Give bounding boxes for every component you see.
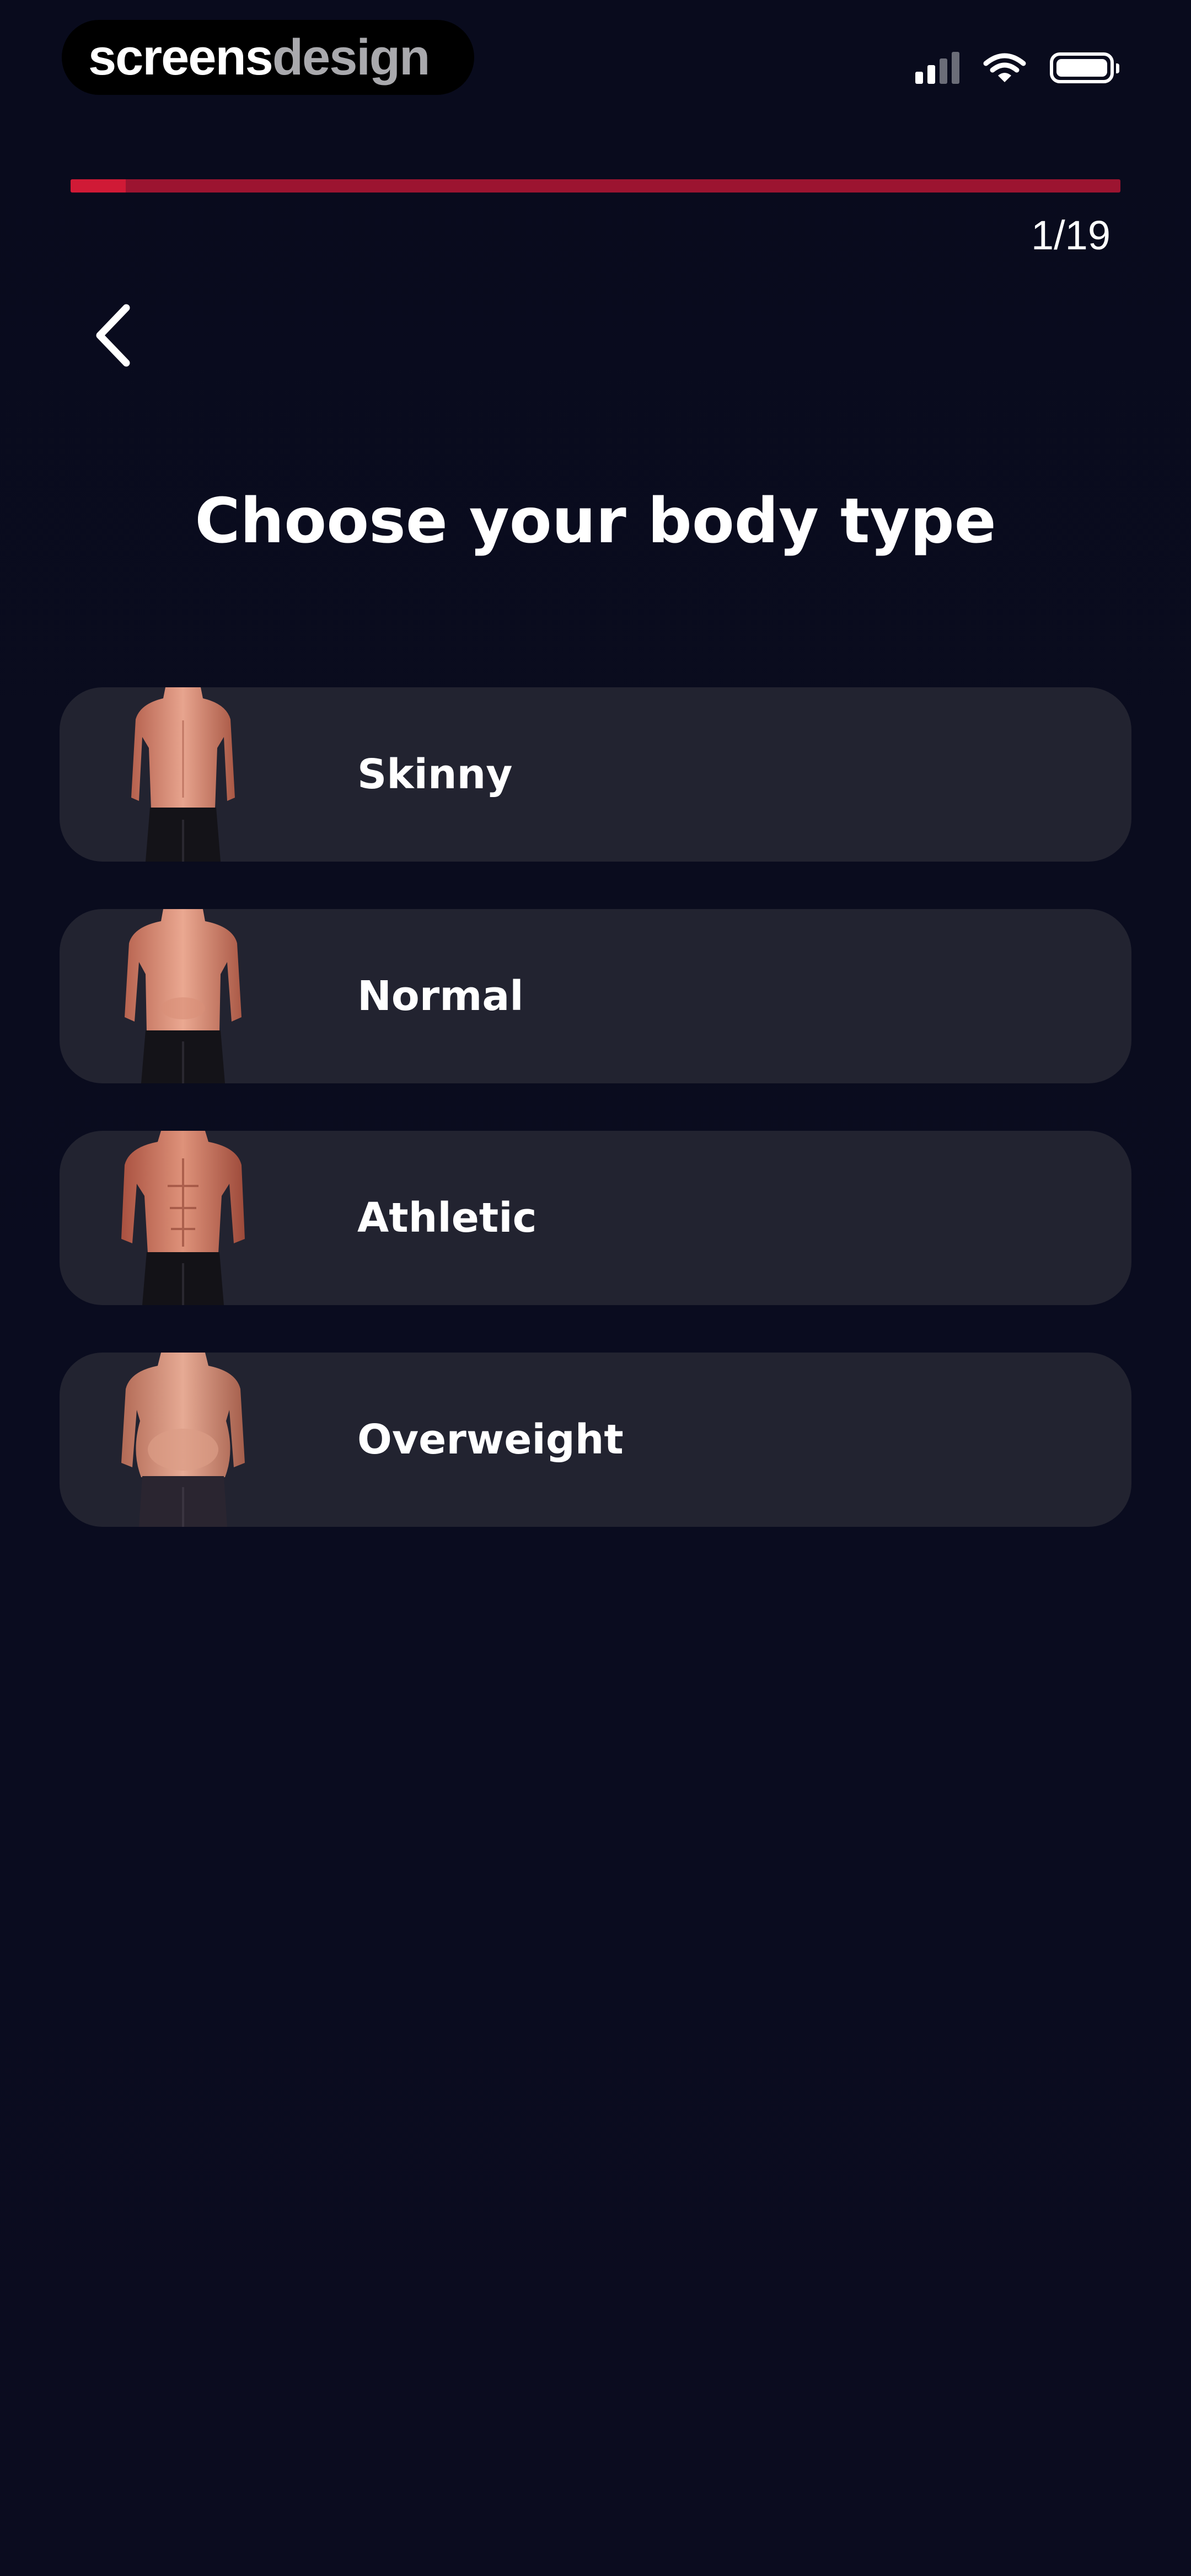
- option-overweight[interactable]: Overweight: [60, 1353, 1131, 1527]
- page-title: Choose your body type: [195, 485, 996, 557]
- option-label: Normal: [357, 972, 524, 1020]
- progress-count: 1/19: [1031, 212, 1110, 258]
- option-label: Overweight: [357, 1416, 624, 1463]
- overweight-torso-image: [117, 1353, 249, 1527]
- option-label: Athletic: [357, 1194, 537, 1242]
- brand-watermark: screens design: [62, 20, 474, 95]
- progress-bar-fill: [71, 179, 126, 193]
- normal-torso-image: [117, 909, 249, 1083]
- chevron-left-icon: [96, 304, 130, 367]
- brand-text-primary: screens: [88, 29, 273, 85]
- option-label: Skinny: [357, 751, 513, 798]
- option-skinny[interactable]: Skinny: [60, 687, 1131, 862]
- athletic-torso-image: [117, 1131, 249, 1305]
- body-type-options: Skinny Normal Athletic Overweight: [60, 687, 1131, 1527]
- onboarding-screen: screens design 1/19 Choose your body type: [0, 0, 1191, 2576]
- option-athletic[interactable]: Athletic: [60, 1131, 1131, 1305]
- option-normal[interactable]: Normal: [60, 909, 1131, 1083]
- battery-icon: [1050, 52, 1119, 83]
- brand-text-secondary: design: [272, 29, 430, 85]
- wifi-icon: [983, 53, 1026, 82]
- skinny-torso-image: [117, 687, 249, 862]
- back-button[interactable]: [83, 297, 143, 374]
- cellular-signal-icon: [915, 52, 959, 84]
- status-icons: [915, 49, 1119, 87]
- progress-bar: [71, 179, 1120, 193]
